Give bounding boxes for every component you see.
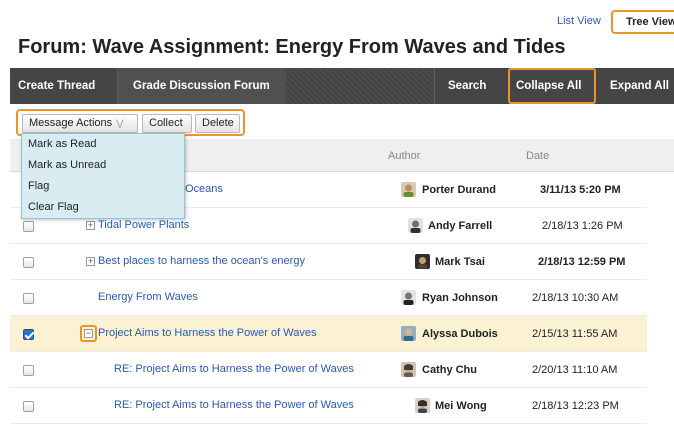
author-name: Porter Durand	[422, 184, 496, 196]
post-date: 2/18/13 1:26 PM	[542, 220, 623, 232]
table-row[interactable]: + Best places to harness the ocean's ene…	[10, 244, 647, 280]
message-actions-label: Message Actions	[29, 117, 113, 129]
list-view-link[interactable]: List View	[557, 15, 601, 27]
author-name: Andy Farrell	[428, 220, 493, 232]
post-date: 2/15/13 11:55 AM	[532, 328, 618, 340]
grade-forum-button[interactable]: Grade Discussion Forum	[118, 68, 286, 104]
avatar	[401, 326, 416, 341]
post-date: 2/18/13 10:30 AM	[532, 292, 619, 304]
action-bar-spacer	[286, 68, 434, 104]
author-name: Mei Wong	[435, 400, 487, 412]
date-column-header[interactable]: Date	[526, 150, 549, 162]
chevron-down-icon: ⋁	[116, 118, 124, 128]
create-thread-button[interactable]: Create Thread	[10, 68, 118, 104]
thread-subject-link[interactable]: Oceans	[185, 183, 223, 195]
avatar	[401, 362, 416, 377]
delete-button[interactable]: Delete	[195, 114, 240, 133]
author-column-header[interactable]: Author	[388, 150, 420, 162]
row-checkbox[interactable]	[23, 221, 34, 232]
table-row[interactable]: RE: Project Aims to Harness the Power of…	[10, 388, 647, 424]
avatar	[408, 218, 423, 233]
page-title: Forum: Wave Assignment: Energy From Wave…	[18, 36, 566, 58]
row-checkbox[interactable]	[23, 365, 34, 376]
collapse-all-button[interactable]: Collapse All	[508, 68, 596, 104]
view-switch: List View Tree View	[0, 10, 674, 36]
author-name: Ryan Johnson	[422, 292, 498, 304]
table-row-selected[interactable]: − Project Aims to Harness the Power of W…	[10, 316, 647, 352]
author-name: Cathy Chu	[422, 364, 477, 376]
table-row[interactable]: Energy From Waves Ryan Johnson 2/18/13 1…	[10, 280, 647, 316]
post-date: 2/18/13 12:23 PM	[532, 400, 619, 412]
menu-item-flag[interactable]: Flag	[22, 176, 184, 197]
thread-subject-link[interactable]: Project Aims to Harness the Power of Wav…	[98, 327, 316, 339]
post-date: 2/20/13 11:10 AM	[532, 364, 618, 376]
message-toolbar: Message Actions ⋁ Collect Delete	[16, 109, 245, 136]
row-checkbox[interactable]	[23, 257, 34, 268]
row-checkbox-checked[interactable]	[23, 329, 34, 340]
author-name: Mark Tsai	[435, 256, 485, 268]
menu-item-mark-unread[interactable]: Mark as Unread	[22, 155, 184, 176]
avatar	[401, 182, 416, 197]
message-actions-menu: Mark as Read Mark as Unread Flag Clear F…	[21, 133, 185, 219]
thread-subject-link[interactable]: Tidal Power Plants	[98, 219, 189, 231]
author-name: Alyssa Dubois	[422, 328, 498, 340]
thread-subject-link[interactable]: Energy From Waves	[98, 291, 198, 303]
post-date: 3/11/13 5:20 PM	[540, 184, 621, 196]
collect-button[interactable]: Collect	[142, 114, 192, 133]
action-bar: Create Thread Grade Discussion Forum Sea…	[10, 68, 674, 104]
tree-view-button[interactable]: Tree View	[611, 10, 674, 34]
table-row[interactable]: RE: Project Aims to Harness the Power of…	[10, 352, 647, 388]
collapse-icon[interactable]: −	[84, 329, 93, 338]
expand-icon[interactable]: +	[86, 257, 95, 266]
menu-item-mark-read[interactable]: Mark as Read	[22, 134, 184, 155]
thread-subject-link[interactable]: Best places to harness the ocean's energ…	[98, 255, 305, 267]
row-checkbox[interactable]	[23, 293, 34, 304]
avatar	[415, 254, 430, 269]
search-button[interactable]: Search	[434, 68, 506, 104]
reply-subject-link[interactable]: RE: Project Aims to Harness the Power of…	[114, 363, 354, 375]
menu-item-clear-flag[interactable]: Clear Flag	[22, 197, 184, 218]
row-checkbox[interactable]	[23, 401, 34, 412]
expand-all-button[interactable]: Expand All	[600, 68, 674, 104]
post-date: 2/18/13 12:59 PM	[538, 256, 626, 268]
reply-subject-link[interactable]: RE: Project Aims to Harness the Power of…	[114, 399, 354, 411]
expand-icon[interactable]: +	[86, 221, 95, 230]
avatar	[401, 290, 416, 305]
message-actions-button[interactable]: Message Actions ⋁	[22, 114, 138, 133]
